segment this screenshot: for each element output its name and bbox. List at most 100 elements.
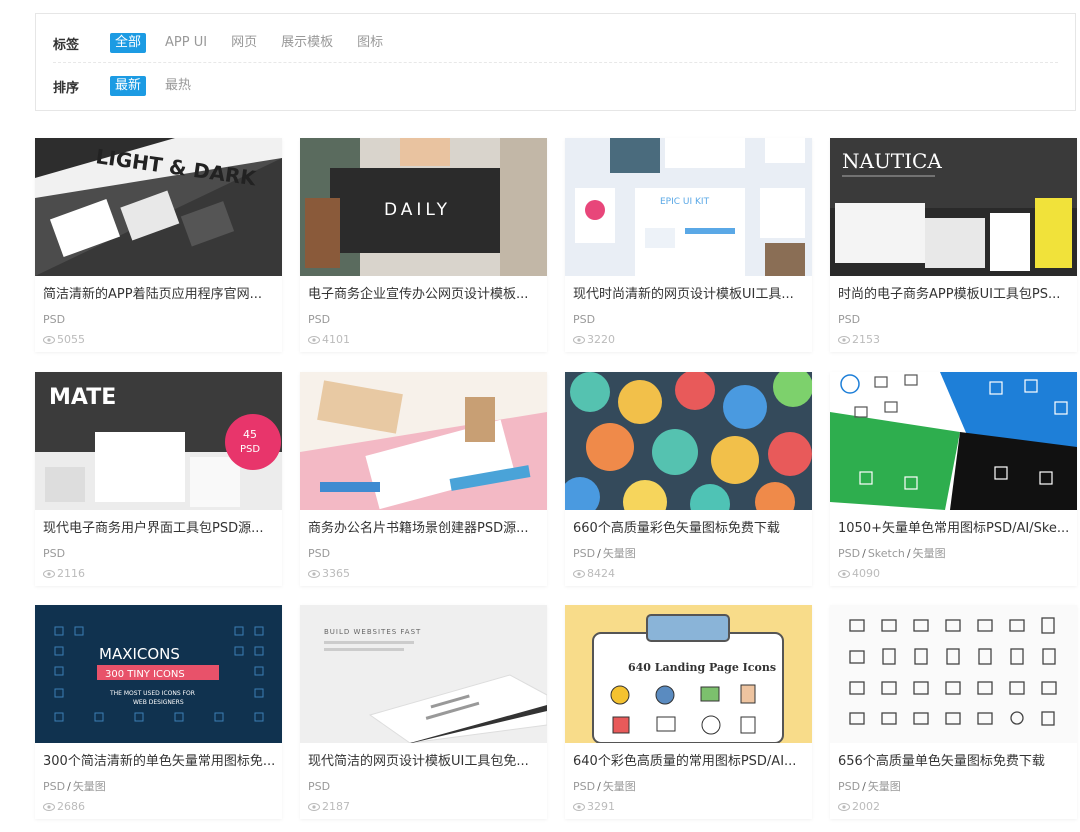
tag-option-web[interactable]: 网页	[226, 33, 262, 53]
card-tag[interactable]: PSD	[838, 547, 860, 560]
card-tags: PSD	[573, 313, 595, 327]
svg-text:640 Landing Page Icons: 640 Landing Page Icons	[628, 661, 776, 674]
card-thumbnail[interactable]: BUILD WEBSITES FAST	[300, 605, 547, 743]
card-tag[interactable]: PSD	[43, 780, 65, 793]
card-tags: PSD / 矢量图	[838, 780, 901, 794]
card-title[interactable]: 640个彩色高质量的常用图标PSD/AI...	[573, 753, 805, 771]
thumbnail-image: NAUTICA	[830, 138, 1077, 276]
card-thumbnail[interactable]: NAUTICA	[830, 138, 1077, 276]
card-thumbnail[interactable]: 45 PSD MATE	[35, 372, 282, 510]
card-views: 4101	[308, 333, 350, 347]
resource-card[interactable]: 45 PSD MATE 现代电子商务用户界面工具包PSD源... PSD 211…	[35, 372, 282, 586]
card-title[interactable]: 商务办公名片书籍场景创建器PSD源...	[308, 520, 540, 538]
resource-card[interactable]: 1050+矢量单色常用图标PSD/AI/Ske... PSD / Sketch / 矢量…	[830, 372, 1077, 586]
card-tag[interactable]: 矢量图	[868, 780, 901, 793]
card-tag[interactable]: PSD	[838, 780, 860, 793]
resource-card[interactable]: 660个高质量彩色矢量图标免费下载 PSD / 矢量图 8424	[565, 372, 812, 586]
card-tag[interactable]: PSD	[838, 313, 860, 326]
card-thumbnail[interactable]	[830, 372, 1077, 510]
thumbnail-image	[565, 372, 812, 510]
card-title[interactable]: 300个简洁清新的单色矢量常用图标免...	[43, 753, 275, 771]
card-tags: PSD	[838, 313, 860, 327]
thumbnail-image: LIGHT & DARK	[35, 138, 282, 276]
tag-option-icons[interactable]: 图标	[352, 33, 388, 53]
card-title[interactable]: 简洁清新的APP着陆页应用程序官网...	[43, 286, 275, 304]
card-tag[interactable]: PSD	[308, 780, 330, 793]
eye-icon	[838, 336, 850, 344]
sort-option-hottest[interactable]: 最热	[160, 76, 196, 96]
card-tag[interactable]: PSD	[308, 547, 330, 560]
card-title[interactable]: 现代简洁的网页设计模板UI工具包免...	[308, 753, 540, 771]
card-title[interactable]: 1050+矢量单色常用图标PSD/AI/Ske...	[838, 520, 1070, 538]
card-tag[interactable]: 矢量图	[603, 780, 636, 793]
resource-card[interactable]: NAUTICA 时尚的电子商务APP模板UI工具包PS... PSD 2153	[830, 138, 1077, 352]
card-thumbnail[interactable]: LIGHT & DARK	[35, 138, 282, 276]
card-tag[interactable]: PSD	[573, 780, 595, 793]
card-tag[interactable]: PSD	[43, 313, 65, 326]
tag-filter-label: 标签	[53, 37, 80, 53]
card-tag[interactable]: PSD	[308, 313, 330, 326]
tag-separator: /	[906, 547, 911, 560]
card-tag[interactable]: 矢量图	[73, 780, 106, 793]
resource-card[interactable]: BUILD WEBSITES FAST 现代简洁的网页设计模板UI工具包免...…	[300, 605, 547, 819]
card-thumbnail[interactable]: EPIC UI KIT	[565, 138, 812, 276]
resource-card[interactable]: LIGHT & DARK 简洁清新的APP着陆页应用程序官网... PSD 50…	[35, 138, 282, 352]
card-title[interactable]: 656个高质量单色矢量图标免费下载	[838, 753, 1070, 771]
svg-text:PSD: PSD	[240, 444, 260, 455]
resource-card[interactable]: 640 Landing Page Icons 640个彩色高质量的常用图标PSD…	[565, 605, 812, 819]
card-tag[interactable]: Sketch	[868, 547, 905, 560]
svg-text:300 TINY ICONS: 300 TINY ICONS	[105, 669, 185, 680]
card-tag[interactable]: PSD	[573, 313, 595, 326]
card-tag[interactable]: PSD	[43, 547, 65, 560]
card-tags: PSD	[43, 313, 65, 327]
resource-card[interactable]: 商务办公名片书籍场景创建器PSD源... PSD 3365	[300, 372, 547, 586]
card-tag[interactable]: 矢量图	[603, 547, 636, 560]
card-tags: PSD	[43, 547, 65, 561]
card-thumbnail[interactable]: MAXICONS 300 TINY ICONS THE MOST USED IC…	[35, 605, 282, 743]
tag-filter-row: 标签 全部 APP UI 网页 展示模板 图标	[53, 31, 1058, 55]
card-thumbnail[interactable]: DAILY	[300, 138, 547, 276]
card-thumbnail[interactable]: 640 Landing Page Icons	[565, 605, 812, 743]
eye-icon	[308, 803, 320, 811]
resource-card[interactable]: MAXICONS 300 TINY ICONS THE MOST USED IC…	[35, 605, 282, 819]
card-tags: PSD / 矢量图	[573, 780, 636, 794]
eye-icon	[308, 570, 320, 578]
card-views: 2116	[43, 567, 85, 581]
card-views: 3291	[573, 800, 615, 814]
svg-text:EPIC UI KIT: EPIC UI KIT	[660, 197, 710, 207]
thumbnail-image: MAXICONS 300 TINY ICONS THE MOST USED IC…	[35, 605, 282, 743]
card-title[interactable]: 现代时尚清新的网页设计模板UI工具...	[573, 286, 805, 304]
card-title[interactable]: 电子商务企业宣传办公网页设计模板...	[308, 286, 540, 304]
eye-icon	[43, 336, 55, 344]
svg-text:45: 45	[243, 428, 257, 441]
tag-option-showcase[interactable]: 展示模板	[276, 33, 338, 53]
resource-card[interactable]: 656个高质量单色矢量图标免费下载 PSD / 矢量图 2002	[830, 605, 1077, 819]
tag-separator: /	[67, 780, 71, 793]
card-views: 8424	[573, 567, 615, 581]
tag-option-all[interactable]: 全部	[110, 33, 147, 53]
card-title[interactable]: 现代电子商务用户界面工具包PSD源...	[43, 520, 275, 538]
card-thumbnail[interactable]	[830, 605, 1077, 743]
resource-card[interactable]: EPIC UI KIT 现代时尚清新的网页设计模板UI工具... PSD 322…	[565, 138, 812, 352]
eye-icon	[573, 570, 585, 578]
card-thumbnail[interactable]	[300, 372, 547, 510]
card-views: 2002	[838, 800, 880, 814]
card-title[interactable]: 时尚的电子商务APP模板UI工具包PS...	[838, 286, 1070, 304]
view-count: 2686	[57, 800, 85, 813]
sort-option-newest[interactable]: 最新	[110, 76, 147, 96]
view-count: 2116	[57, 567, 85, 580]
card-title[interactable]: 660个高质量彩色矢量图标免费下载	[573, 520, 805, 538]
card-tags: PSD	[308, 313, 330, 327]
svg-text:DAILY: DAILY	[384, 200, 451, 220]
card-tag[interactable]: 矢量图	[913, 547, 946, 560]
view-count: 4101	[322, 333, 350, 346]
tag-option-app-ui[interactable]: APP UI	[160, 33, 212, 53]
card-tag[interactable]: PSD	[573, 547, 595, 560]
thumbnail-image: 640 Landing Page Icons	[565, 605, 812, 743]
view-count: 5055	[57, 333, 85, 346]
svg-text:MATE: MATE	[49, 385, 116, 410]
resource-card[interactable]: DAILY 电子商务企业宣传办公网页设计模板... PSD 4101	[300, 138, 547, 352]
tag-separator: /	[597, 547, 601, 560]
card-thumbnail[interactable]	[565, 372, 812, 510]
thumbnail-image: DAILY	[300, 138, 547, 276]
